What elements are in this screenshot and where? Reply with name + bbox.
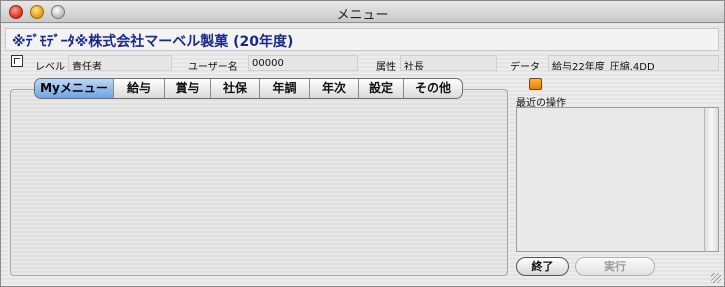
level-label: レベル <box>35 62 65 73</box>
level-value: 責任者 <box>68 55 172 71</box>
menu-panel <box>10 89 508 276</box>
recent-ops-scrollbar[interactable] <box>704 108 718 251</box>
end-button[interactable]: 終了 <box>516 257 569 276</box>
tab-settings[interactable]: 設定 <box>359 79 404 98</box>
menu-tabs: Myメニュー 給与 賞与 社保 年調 年次 設定 その他 <box>34 78 463 99</box>
window-title: メニュー <box>336 8 389 23</box>
recent-ops-icon[interactable] <box>529 78 542 90</box>
data-label: データ <box>510 62 540 73</box>
user-label: ユーザー名 <box>188 62 238 73</box>
title-bar: メニュー <box>1 1 724 23</box>
run-button[interactable]: 実行 <box>575 257 655 276</box>
company-banner: ※ﾃﾞﾓﾃﾞｰﾀ※株式会社マーベル製菓 (20年度) <box>5 28 719 51</box>
resize-grip-icon[interactable] <box>711 273 721 283</box>
tab-social-insurance[interactable]: 社保 <box>211 79 260 98</box>
user-value: 00000 <box>248 55 358 71</box>
tab-year-end[interactable]: 年調 <box>260 79 310 98</box>
tab-my-menu[interactable]: Myメニュー <box>35 79 114 98</box>
attr-value: 社長 <box>400 55 497 71</box>
app-window: メニュー ※ﾃﾞﾓﾃﾞｰﾀ※株式会社マーベル製菓 (20年度) レベル 責任者 … <box>0 0 725 287</box>
attr-label: 属性 <box>376 62 396 73</box>
tab-other[interactable]: その他 <box>404 79 462 98</box>
tab-salary[interactable]: 給与 <box>114 79 165 98</box>
tab-bonus[interactable]: 賞与 <box>165 79 211 98</box>
recent-ops-list[interactable] <box>516 107 719 252</box>
data-value: 給与22年度_圧縮.4DD <box>548 55 719 71</box>
window-icon[interactable] <box>11 55 23 67</box>
banner-text: ※ﾃﾞﾓﾃﾞｰﾀ※株式会社マーベル製菓 (20年度) <box>12 34 294 50</box>
tab-annual[interactable]: 年次 <box>310 79 359 98</box>
